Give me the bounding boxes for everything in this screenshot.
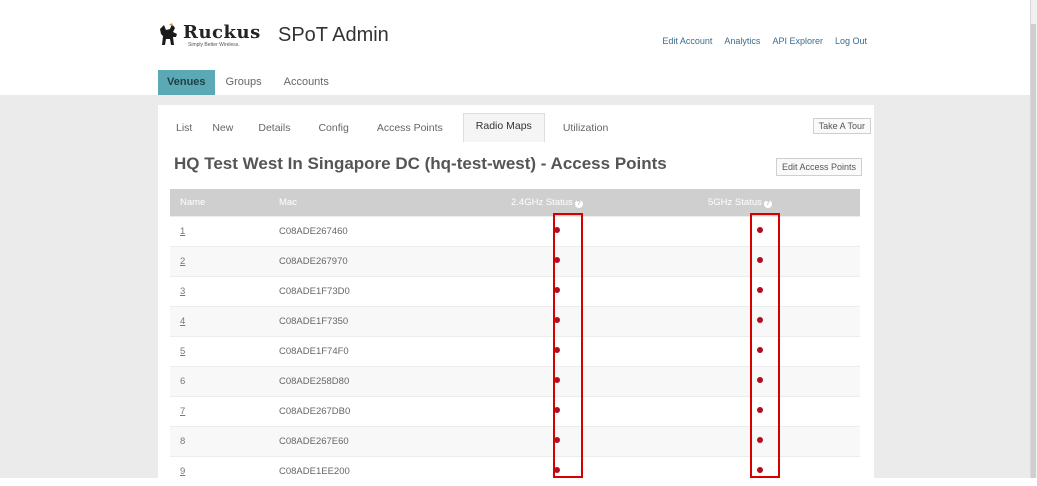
ruckus-logo[interactable]: Ruckus Simply Better Wireless. — [158, 23, 261, 53]
help-icon[interactable]: ? — [575, 200, 583, 208]
logo-tagline: Simply Better Wireless. — [188, 42, 240, 48]
ap-name-link[interactable]: 1 — [180, 226, 185, 237]
page: Ruckus Simply Better Wireless. SPoT Admi… — [0, 0, 1037, 478]
ap-5ghz-status-cell — [704, 307, 860, 337]
ap-name-cell: 2 — [170, 247, 279, 277]
ap-24ghz-status-cell — [501, 217, 704, 247]
ap-name-link[interactable]: 7 — [180, 406, 185, 417]
ap-mac-cell: C08ADE1F7350 — [279, 307, 501, 337]
ap-mac-cell: C08ADE267DB0 — [279, 397, 501, 427]
ap-name-cell: 3 — [170, 277, 279, 307]
subtab-utilization[interactable]: Utilization — [563, 122, 609, 142]
page-title: HQ Test West In Singapore DC (hq-test-we… — [174, 154, 667, 174]
ap-name-link[interactable]: 2 — [180, 256, 185, 267]
ap-5ghz-status-cell — [704, 217, 860, 247]
ap-5ghz-status-cell — [704, 247, 860, 277]
dog-logo-icon — [158, 23, 180, 47]
venue-sub-tabs: List New Details Config Access Points Ra… — [158, 112, 608, 142]
ap-5ghz-status-cell — [704, 457, 860, 486]
api-explorer-link[interactable]: API Explorer — [772, 36, 823, 46]
main-tabs: Venues Groups Accounts — [158, 70, 340, 95]
ap-name-cell: 7 — [170, 397, 279, 427]
ap-5ghz-status-cell — [704, 427, 860, 457]
scrollbar-thumb[interactable] — [1031, 24, 1036, 478]
app-title: SPoT Admin — [278, 23, 389, 47]
ap-24ghz-status-cell — [501, 247, 704, 277]
ap-name-cell: 9 — [170, 457, 279, 486]
ap-mac-cell: C08ADE1F73D0 — [279, 277, 501, 307]
ap-mac-cell: C08ADE267E60 — [279, 427, 501, 457]
ap-name-link[interactable]: 9 — [180, 466, 185, 477]
tab-venues[interactable]: Venues — [158, 70, 215, 95]
ap-24ghz-status-cell — [501, 427, 704, 457]
tab-accounts[interactable]: Accounts — [273, 70, 340, 95]
ap-name-link[interactable]: 4 — [180, 316, 185, 327]
edit-access-points-button[interactable]: Edit Access Points — [776, 158, 862, 176]
ap-name-cell: 6 — [170, 367, 279, 397]
subtab-new[interactable]: New — [212, 122, 233, 142]
ap-name-link[interactable]: 3 — [180, 286, 185, 297]
tab-groups[interactable]: Groups — [215, 70, 273, 95]
ap-5ghz-status-cell — [704, 277, 860, 307]
ap-mac-cell: C08ADE1EE200 — [279, 457, 501, 486]
ap-24ghz-status-cell — [501, 277, 704, 307]
take-a-tour-button[interactable]: Take A Tour — [813, 118, 871, 134]
header-area — [0, 0, 1030, 95]
ap-name-link: 6 — [180, 376, 185, 387]
subtab-config[interactable]: Config — [318, 122, 348, 142]
ap-5ghz-status-cell — [704, 337, 860, 367]
ap-mac-cell: C08ADE1F74F0 — [279, 337, 501, 367]
subtab-details[interactable]: Details — [258, 122, 290, 142]
subtab-list[interactable]: List — [176, 122, 192, 142]
column-header-name[interactable]: Name — [170, 189, 279, 217]
ap-mac-cell: C08ADE267460 — [279, 217, 501, 247]
help-icon[interactable]: ? — [764, 200, 772, 208]
highlight-24ghz-status — [553, 213, 583, 478]
account-links: Edit Account Analytics API Explorer Log … — [662, 36, 867, 46]
analytics-link[interactable]: Analytics — [724, 36, 760, 46]
ap-name-cell: 4 — [170, 307, 279, 337]
ap-24ghz-status-cell — [501, 457, 704, 486]
subtab-access-points[interactable]: Access Points — [377, 122, 443, 142]
ap-name-cell: 8 — [170, 427, 279, 457]
column-header-5ghz-status[interactable]: 5GHz Status? — [704, 189, 860, 217]
ap-24ghz-status-cell — [501, 307, 704, 337]
logo-wordmark: Ruckus — [183, 23, 261, 43]
ap-5ghz-status-cell — [704, 397, 860, 427]
highlight-5ghz-status — [750, 213, 780, 478]
ap-name-cell: 5 — [170, 337, 279, 367]
ap-name-link: 8 — [180, 436, 185, 447]
ap-mac-cell: C08ADE258D80 — [279, 367, 501, 397]
subtab-radio-maps[interactable]: Radio Maps — [463, 113, 545, 142]
ap-24ghz-status-cell — [501, 337, 704, 367]
log-out-link[interactable]: Log Out — [835, 36, 867, 46]
ap-name-cell: 1 — [170, 217, 279, 247]
edit-account-link[interactable]: Edit Account — [662, 36, 712, 46]
ap-mac-cell: C08ADE267970 — [279, 247, 501, 277]
ap-24ghz-status-cell — [501, 367, 704, 397]
ap-5ghz-status-cell — [704, 367, 860, 397]
column-header-mac[interactable]: Mac — [279, 189, 501, 217]
ap-24ghz-status-cell — [501, 397, 704, 427]
column-header-24ghz-status[interactable]: 2.4GHz Status? — [501, 189, 704, 217]
ap-name-link[interactable]: 5 — [180, 346, 185, 357]
